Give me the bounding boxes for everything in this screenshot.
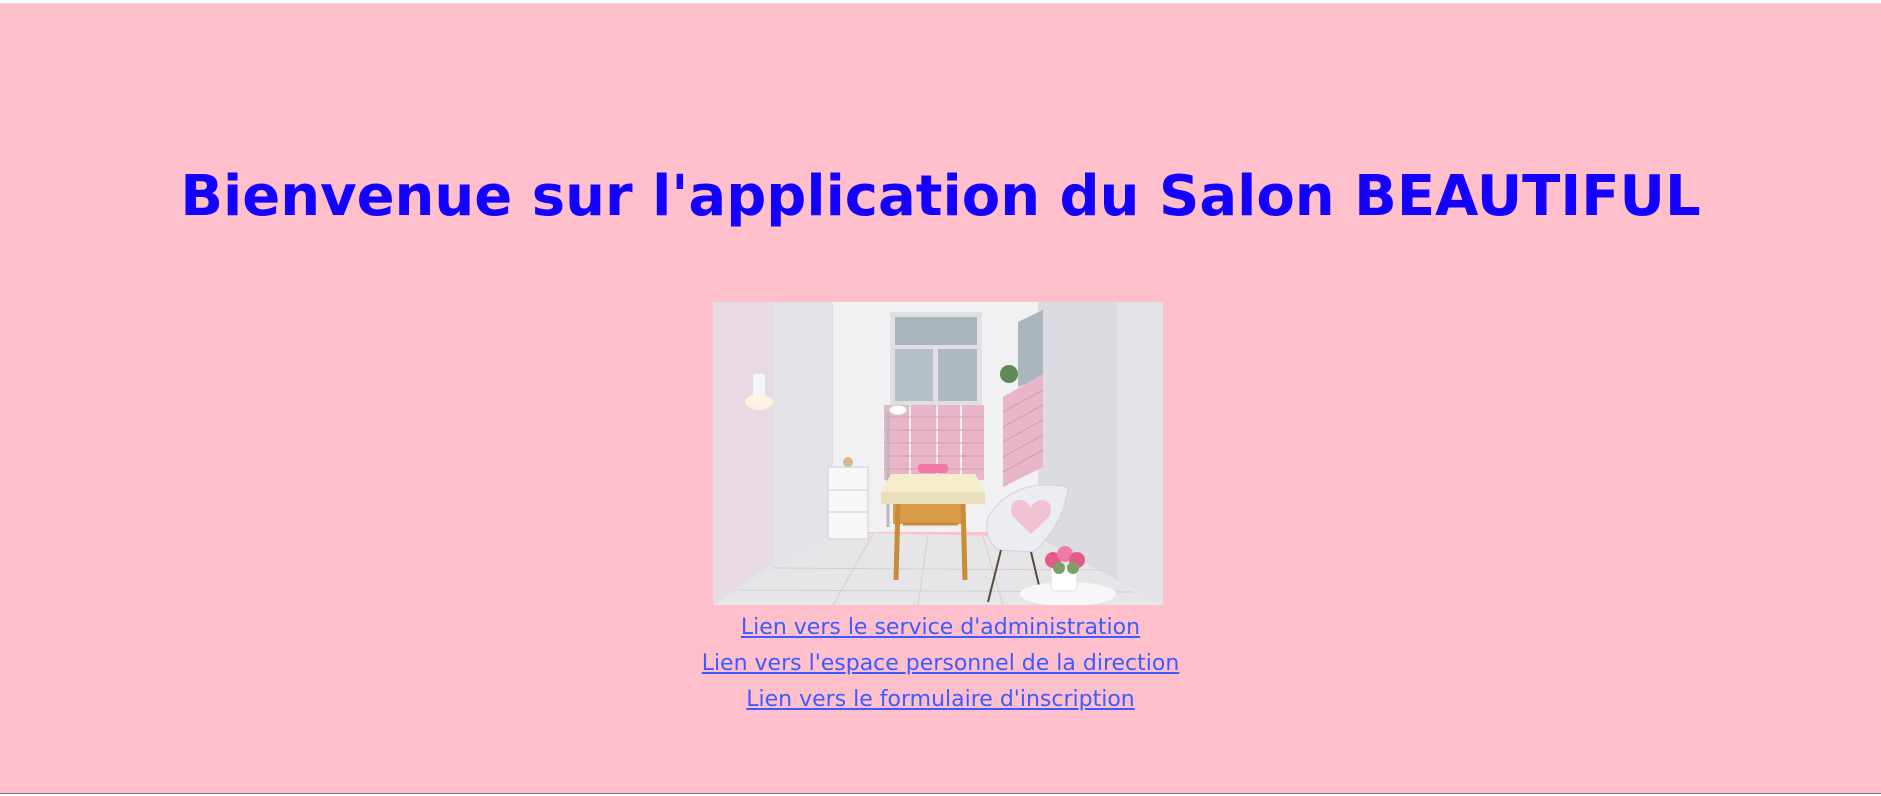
salon-room-photo <box>713 302 1163 605</box>
page-title: Bienvenue sur l'application du Salon BEA… <box>180 164 1701 229</box>
link-administration-service[interactable]: Lien vers le service d'administration <box>0 610 1881 646</box>
link-direction-personal-space[interactable]: Lien vers l'espace personnel de la direc… <box>0 646 1881 682</box>
link-registration-form[interactable]: Lien vers le formulaire d'inscription <box>0 682 1881 718</box>
navigation-links: Lien vers le service d'administration Li… <box>0 610 1881 718</box>
page-background: Bienvenue sur l'application du Salon BEA… <box>0 3 1881 794</box>
